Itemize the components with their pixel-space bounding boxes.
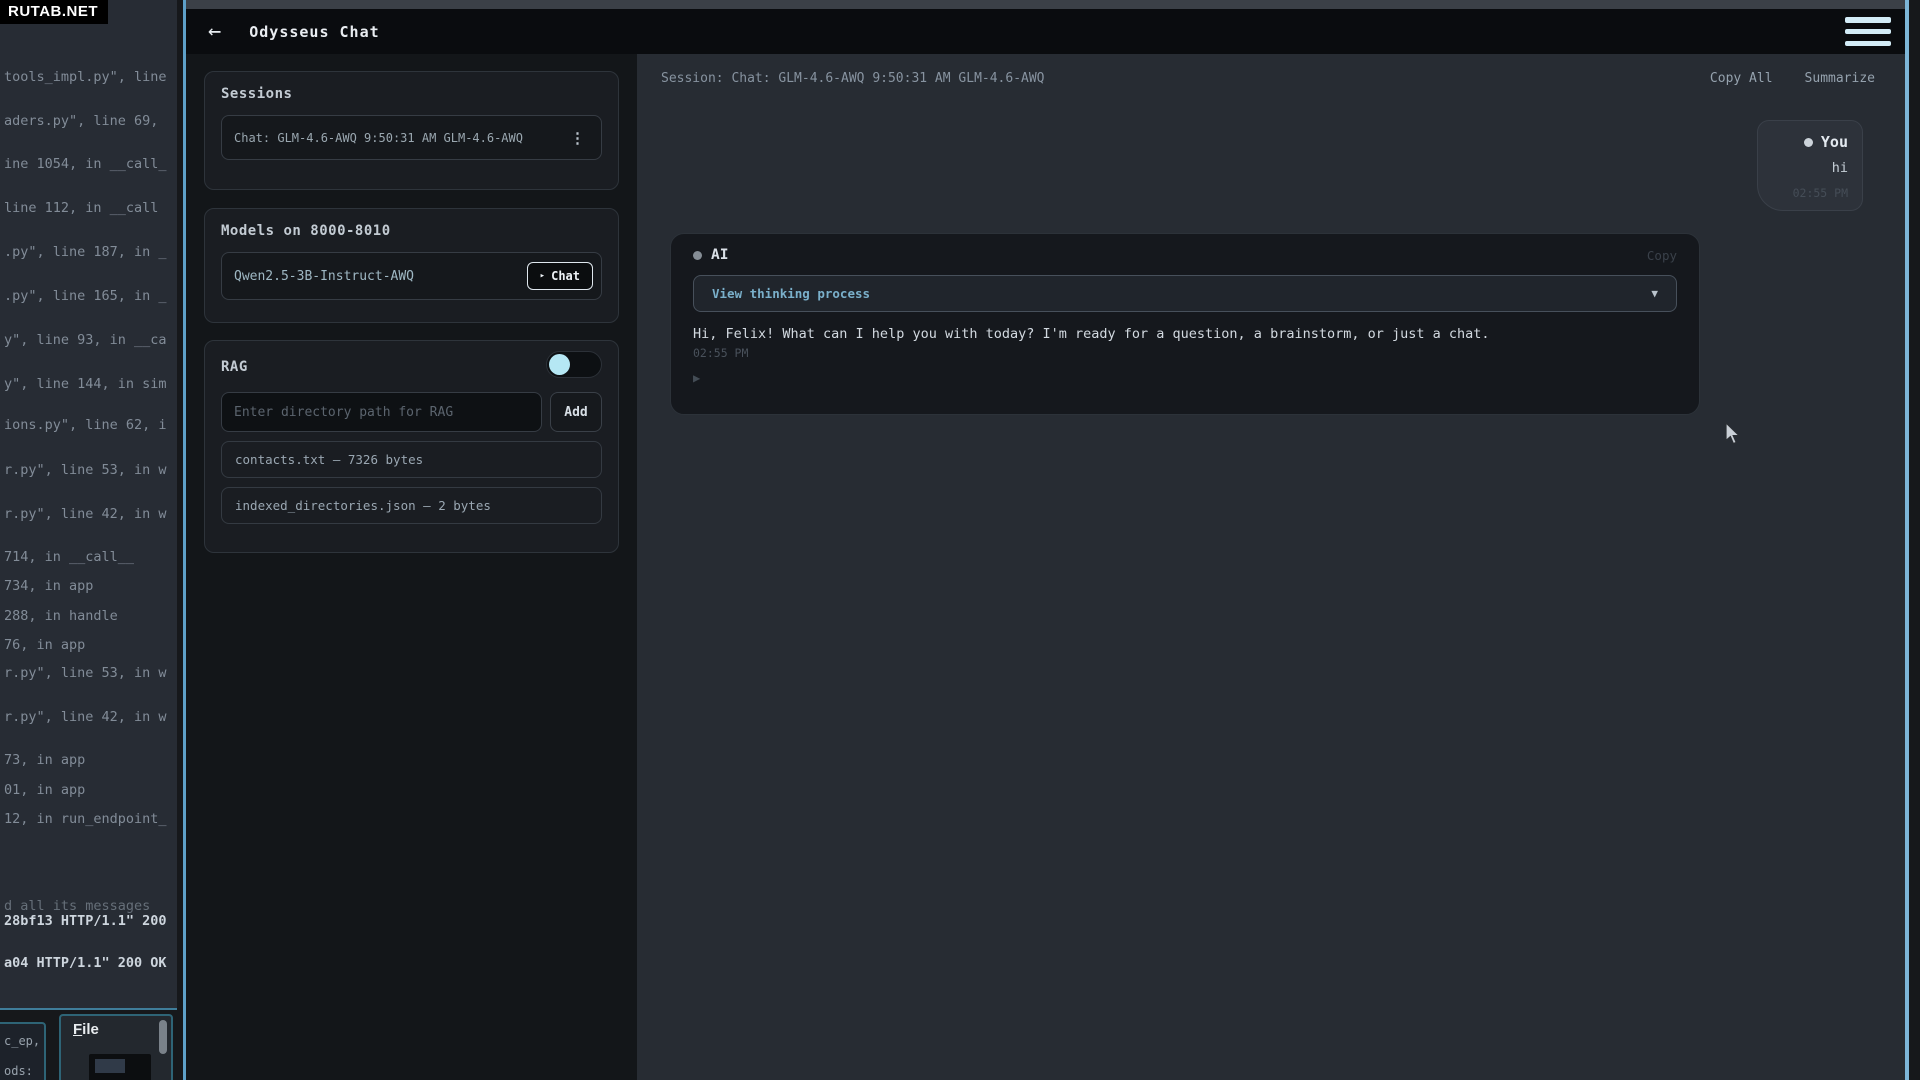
app-header: ← Odysseus Chat <box>186 9 1905 54</box>
ai-message-card: AI Copy View thinking process ▼ Hi, Feli… <box>670 233 1700 415</box>
thinking-label: View thinking process <box>712 286 1651 301</box>
hamburger-bar <box>1845 41 1891 47</box>
model-name: Qwen2.5-3B-Instruct-AWQ <box>234 269 527 284</box>
play-audio-button[interactable]: ▶ <box>693 371 709 385</box>
rag-file-item: contacts.txt — 7326 bytes <box>221 441 602 478</box>
rag-file-item: indexed_directories.json — 2 bytes <box>221 487 602 524</box>
terminal-line: y", line 93, in __ca <box>4 332 167 348</box>
session-item-label: Chat: GLM-4.6-AWQ 9:50:31 AM GLM-4.6-AWQ <box>234 131 566 145</box>
ai-message-time: 02:55 PM <box>693 346 1677 360</box>
hamburger-menu-icon[interactable] <box>1845 17 1891 46</box>
file-window: File <box>59 1014 173 1080</box>
toggle-knob <box>549 354 570 375</box>
hamburger-bar <box>1845 17 1891 23</box>
terminal-line: r.py", line 42, in w <box>4 709 167 725</box>
view-thinking-process-toggle[interactable]: View thinking process ▼ <box>693 275 1677 312</box>
copy-all-button[interactable]: Copy All <box>1710 71 1773 86</box>
ai-dot-icon <box>693 251 702 260</box>
terminal-line: tools_impl.py", line <box>4 69 167 85</box>
rag-toggle[interactable] <box>546 351 602 378</box>
terminal-line: 76, in app <box>4 637 85 653</box>
summarize-button[interactable]: Summarize <box>1805 71 1875 86</box>
sessions-card: Sessions Chat: GLM-4.6-AWQ 9:50:31 AM GL… <box>204 71 619 190</box>
copy-message-button[interactable]: Copy <box>1647 248 1677 263</box>
file-menu-accel: F <box>73 1021 82 1038</box>
user-message-bubble: You hi 02:55 PM <box>1757 120 1863 211</box>
snippet-line: c_ep, <box>4 1034 40 1048</box>
terminal-line: 01, in app <box>4 782 85 798</box>
rag-card: RAG Add contacts.txt — 7326 bytes indexe… <box>204 340 619 553</box>
mouse-cursor <box>1725 422 1742 446</box>
screen: tools_impl.py", line aders.py", line 69, i… <box>0 0 1920 1080</box>
terminal-line: 73, in app <box>4 752 85 768</box>
terminal-line: r.py", line 53, in w <box>4 665 167 681</box>
back-button[interactable]: ← <box>208 21 221 43</box>
odysseus-chat-window: ← Odysseus Chat Sessions Chat: GLM-4.6-A… <box>183 0 1909 1080</box>
terminal-line: a04 HTTP/1.1" 200 OK <box>4 955 167 971</box>
chevron-down-icon: ▼ <box>1651 287 1658 300</box>
terminal-line: .py", line 165, in _ <box>4 288 167 304</box>
session-info: Session: Chat: GLM-4.6-AWQ 9:50:31 AM GL… <box>661 71 1710 86</box>
watermark-badge: RUTAB.NET <box>0 0 108 24</box>
terminal-line: ine 1054, in __call_ <box>4 156 167 172</box>
window-thumbnail <box>89 1054 151 1080</box>
models-title: Models on 8000-8010 <box>221 223 602 239</box>
terminal-panel: tools_impl.py", line aders.py", line 69, i… <box>0 0 177 1010</box>
window-top-strip <box>186 0 1905 9</box>
sessions-title: Sessions <box>221 86 602 102</box>
kebab-menu-icon[interactable]: ⋮ <box>566 129 589 147</box>
user-message-text: hi <box>1770 160 1848 176</box>
terminal-line: aders.py", line 69, <box>4 113 158 129</box>
terminal-line: 734, in app <box>4 578 93 594</box>
terminal-line: ions.py", line 62, i <box>4 417 167 433</box>
user-dot-icon <box>1804 138 1813 147</box>
chat-button-label: Chat <box>551 269 580 283</box>
chat-pane: Session: Chat: GLM-4.6-AWQ 9:50:31 AM GL… <box>637 54 1905 1080</box>
user-sender-name: You <box>1821 133 1848 151</box>
terminal-line: 288, in handle <box>4 608 118 624</box>
add-button[interactable]: Add <box>550 392 602 432</box>
terminal-line: d all its messages <box>4 898 150 914</box>
model-item: Qwen2.5-3B-Instruct-AWQ ▸ Chat <box>221 252 602 300</box>
terminal-line: r.py", line 42, in w <box>4 506 167 522</box>
snippet-window: c_ep, ods: <box>0 1022 46 1080</box>
session-item[interactable]: Chat: GLM-4.6-AWQ 9:50:31 AM GLM-4.6-AWQ… <box>221 115 602 160</box>
hamburger-bar <box>1845 29 1891 35</box>
scrollbar[interactable] <box>159 1020 167 1054</box>
chat-infobar: Session: Chat: GLM-4.6-AWQ 9:50:31 AM GL… <box>637 54 1905 86</box>
chat-button[interactable]: ▸ Chat <box>527 262 593 290</box>
rag-title: RAG <box>221 359 248 375</box>
ai-sender-name: AI <box>711 247 1647 263</box>
terminal-line: y", line 144, in sim <box>4 376 167 392</box>
play-triangle-icon: ▸ <box>540 271 545 281</box>
ai-message-text: Hi, Felix! What can I help you with toda… <box>693 326 1677 342</box>
terminal-line: r.py", line 53, in w <box>4 462 167 478</box>
rag-directory-input[interactable] <box>221 392 542 432</box>
terminal-line: .py", line 187, in _ <box>4 244 167 260</box>
file-menu[interactable]: File <box>73 1021 99 1038</box>
user-message-time: 02:55 PM <box>1770 186 1848 200</box>
sidebar: Sessions Chat: GLM-4.6-AWQ 9:50:31 AM GL… <box>186 54 637 1080</box>
app-title: Odysseus Chat <box>249 23 379 41</box>
terminal-line: 12, in run_endpoint_ <box>4 811 167 827</box>
terminal-line: 714, in __call__ <box>4 549 134 565</box>
file-menu-rest: ile <box>82 1021 99 1038</box>
app-body: Sessions Chat: GLM-4.6-AWQ 9:50:31 AM GL… <box>186 54 1905 1080</box>
models-card: Models on 8000-8010 Qwen2.5-3B-Instruct-… <box>204 208 619 323</box>
terminal-line: line 112, in __call <box>4 200 158 216</box>
snippet-line: ods: <box>4 1064 33 1078</box>
terminal-line: 28bf13 HTTP/1.1" 200 <box>4 913 167 929</box>
